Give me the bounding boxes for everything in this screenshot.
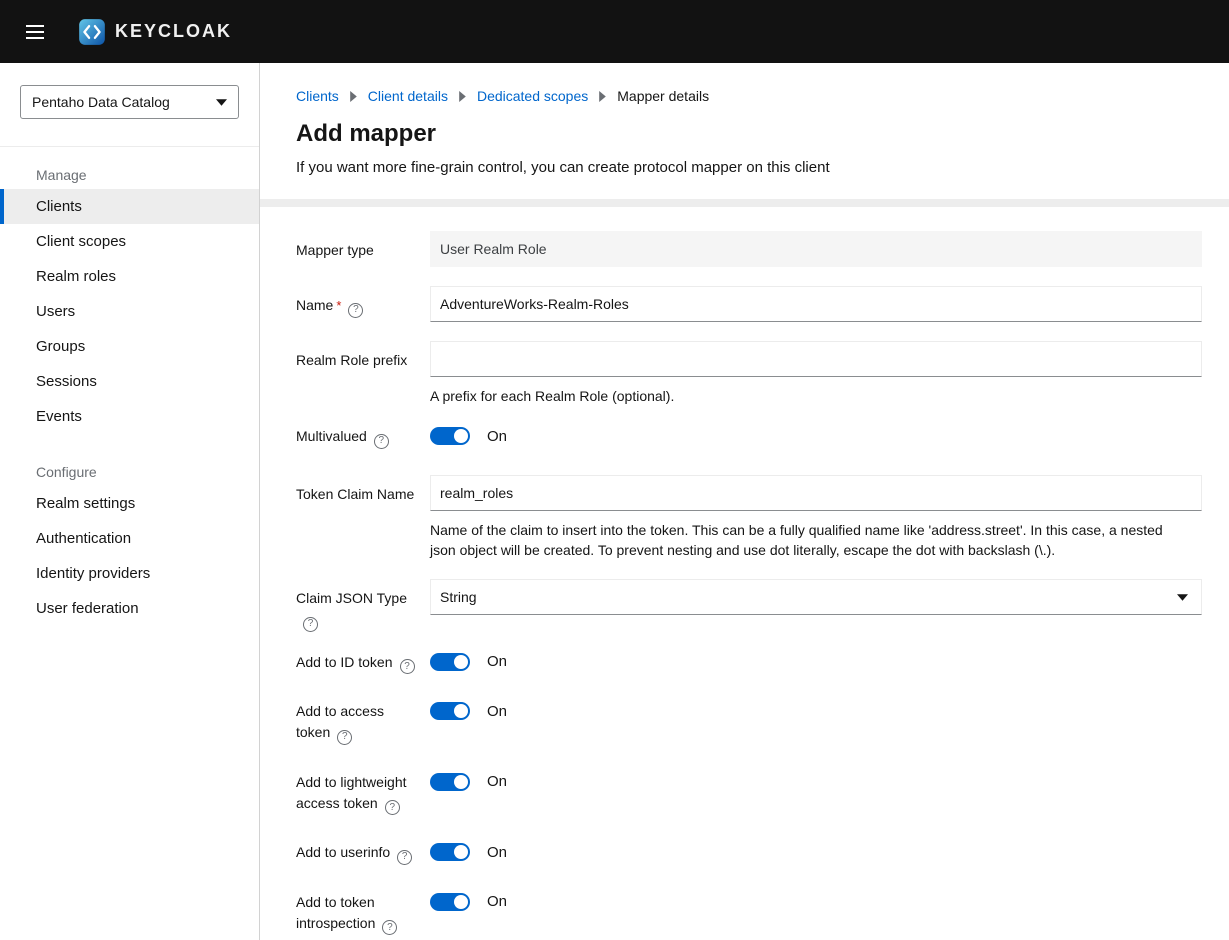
sidebar-item-realm-settings[interactable]: Realm settings — [0, 486, 259, 521]
chevron-down-icon — [216, 98, 227, 106]
add-to-userinfo-state-label: On — [487, 843, 508, 861]
realm-role-prefix-label: Realm Role prefix — [296, 352, 408, 368]
sidebar-item-events[interactable]: Events — [0, 399, 259, 434]
add-to-id-token-label: Add to ID token — [296, 653, 393, 670]
claim-json-type-row: Claim JSON Type? String — [296, 579, 1202, 632]
sidebar-item-clients[interactable]: Clients — [0, 189, 259, 224]
mapper-type-input — [430, 231, 1202, 267]
multivalued-help-icon[interactable]: ? — [373, 433, 389, 449]
mapper-type-label: Mapper type — [296, 242, 374, 258]
keycloak-logo: KEYCLOAK — [78, 18, 232, 46]
nav-section-configure: Configure — [36, 464, 97, 480]
brand-name: KEYCLOAK — [115, 21, 233, 41]
breadcrumb-link-clients[interactable]: Clients — [296, 88, 339, 104]
keycloak-logo-icon — [79, 18, 105, 45]
multivalued-row: Multivalued? On — [296, 425, 1202, 449]
add-to-userinfo-row: Add to userinfo? On — [296, 841, 1202, 865]
add-to-id-token-help-icon[interactable]: ? — [399, 659, 415, 675]
add-to-access-token-toggle[interactable] — [430, 702, 470, 721]
token-claim-name-helper: Name of the claim to insert into the tok… — [430, 521, 1163, 559]
main-content: Clients Client details Dedicated scopes … — [260, 63, 1229, 940]
add-to-lightweight-access-token-state-label: On — [487, 773, 508, 791]
name-help-icon[interactable]: ? — [348, 302, 364, 318]
claim-json-type-label: Claim JSON Type — [296, 590, 407, 607]
sidebar-item-client-scopes[interactable]: Client scopes — [0, 224, 259, 259]
sidebar-item-realm-roles[interactable]: Realm roles — [0, 259, 259, 294]
breadcrumb-separator-icon — [459, 90, 466, 102]
add-to-token-introspection-help-icon[interactable]: ? — [382, 920, 398, 936]
claim-json-type-value: String — [440, 589, 477, 606]
sidebar-item-user-federation[interactable]: User federation — [0, 591, 259, 626]
multivalued-label: Multivalued — [296, 428, 367, 445]
realm-selector-value: Pentaho Data Catalog — [32, 94, 170, 110]
sidebar-item-users[interactable]: Users — [0, 294, 259, 329]
add-to-userinfo-label: Add to userinfo — [296, 844, 391, 861]
add-to-access-token-row: Add to access token? On — [296, 700, 1202, 745]
token-claim-name-input[interactable] — [430, 474, 1202, 511]
add-to-access-token-state-label: On — [487, 702, 508, 720]
top-bar: KEYCLOAK — [0, 0, 1229, 63]
realm-role-prefix-row: Realm Role prefix A prefix for each Real… — [296, 341, 1202, 406]
sidebar-item-authentication[interactable]: Authentication — [0, 521, 259, 556]
required-asterisk: * — [336, 298, 342, 313]
hamburger-menu-button[interactable] — [16, 13, 54, 51]
token-claim-name-row: Token Claim Name Name of the claim to in… — [296, 474, 1202, 561]
add-to-access-token-help-icon[interactable]: ? — [337, 729, 353, 745]
breadcrumb-separator-icon — [349, 90, 357, 102]
multivalued-state-label: On — [487, 427, 508, 445]
sidebar-nav: Manage Clients Client scopes Realm roles… — [0, 167, 259, 626]
realm-selector[interactable]: Pentaho Data Catalog — [20, 85, 239, 119]
breadcrumb-separator-icon — [599, 90, 607, 102]
breadcrumb-link-dedicated-scopes[interactable]: Dedicated scopes — [477, 88, 588, 104]
breadcrumb-current-mapper-details: Mapper details — [617, 88, 710, 104]
sidebar-item-identity-providers[interactable]: Identity providers — [0, 556, 259, 591]
name-label: Name — [296, 297, 334, 313]
add-to-token-introspection-row: Add to token introspection? On — [296, 891, 1202, 936]
add-to-token-introspection-label: Add to token introspection — [296, 893, 376, 931]
realm-selector-wrap: Pentaho Data Catalog — [0, 85, 259, 147]
sidebar-item-groups[interactable]: Groups — [0, 329, 259, 364]
add-to-id-token-state-label: On — [487, 653, 508, 671]
nav-section-manage: Manage — [36, 167, 87, 183]
add-to-userinfo-toggle[interactable] — [430, 843, 470, 862]
name-row: Name *? — [296, 286, 1202, 322]
realm-role-prefix-helper: A prefix for each Realm Role (optional). — [430, 388, 675, 404]
add-to-lightweight-access-token-toggle[interactable] — [430, 772, 470, 791]
breadcrumb-link-client-details[interactable]: Client details — [368, 88, 448, 104]
realm-role-prefix-input[interactable] — [430, 341, 1202, 377]
token-claim-name-label: Token Claim Name — [296, 485, 415, 502]
sidebar-item-sessions[interactable]: Sessions — [0, 364, 259, 399]
add-to-lightweight-access-token-help-icon[interactable]: ? — [384, 800, 400, 816]
page-subtitle: If you want more fine-grain control, you… — [296, 159, 830, 176]
section-divider — [260, 199, 1229, 207]
add-to-id-token-toggle[interactable] — [430, 652, 470, 671]
breadcrumb: Clients Client details Dedicated scopes … — [296, 88, 1202, 104]
caret-down-icon — [1177, 594, 1188, 601]
claim-json-type-help-icon[interactable]: ? — [303, 616, 318, 632]
add-mapper-form: Mapper type Name*? Realm Role prefix — [260, 207, 1229, 940]
mapper-type-row: Mapper type — [296, 231, 1202, 267]
add-to-token-introspection-state-label: On — [487, 893, 508, 911]
claim-json-type-select[interactable]: String — [430, 579, 1202, 616]
add-to-userinfo-help-icon[interactable]: ? — [397, 849, 413, 865]
page-title: Add mapper — [296, 120, 437, 147]
add-to-token-introspection-toggle[interactable] — [430, 892, 470, 911]
add-to-id-token-row: Add to ID token? On — [296, 651, 1202, 675]
name-input[interactable] — [430, 286, 1202, 322]
add-to-lightweight-access-token-row: Add to lightweight access token? On — [296, 771, 1202, 816]
sidebar: Pentaho Data Catalog Manage Clients Clie… — [0, 63, 260, 940]
multivalued-toggle[interactable] — [430, 427, 470, 446]
